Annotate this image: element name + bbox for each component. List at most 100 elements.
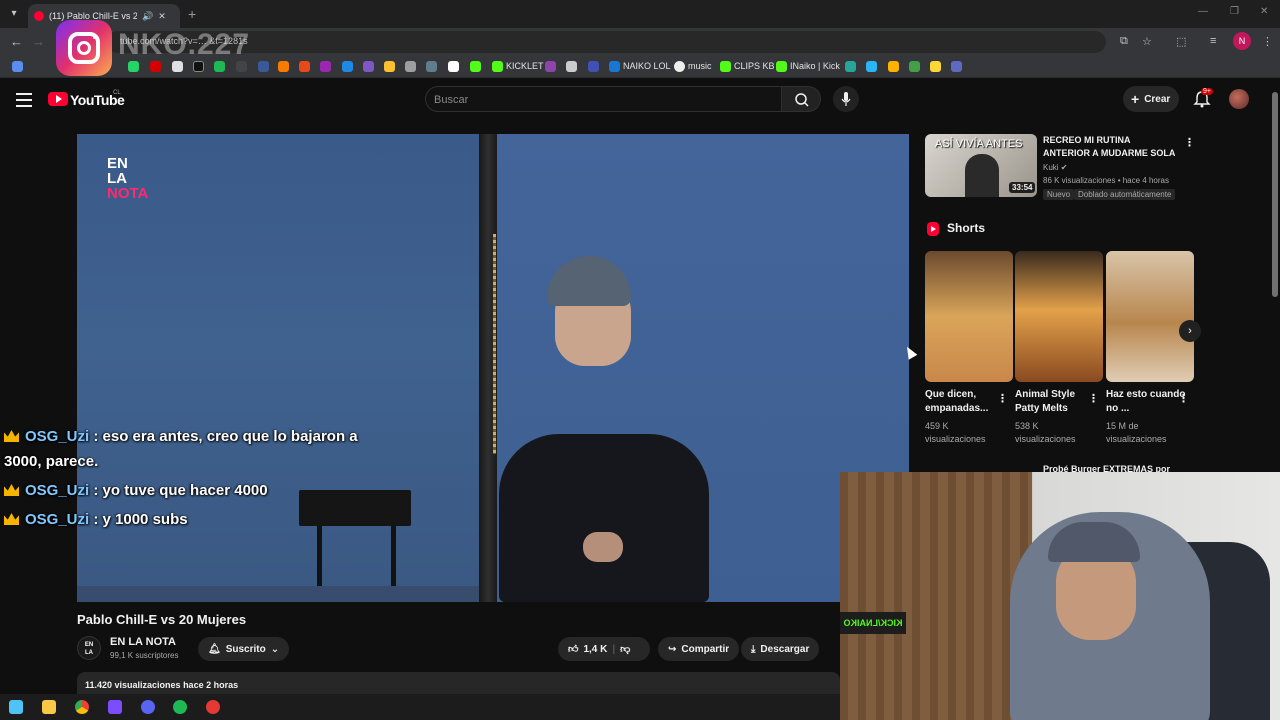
short-thumbnail[interactable] bbox=[1015, 251, 1103, 382]
spotify-icon[interactable] bbox=[173, 700, 187, 714]
bookmark-icon[interactable] bbox=[384, 61, 395, 72]
bookmark-icon[interactable] bbox=[588, 61, 599, 72]
bookmark-icon[interactable] bbox=[888, 61, 899, 72]
notification-count-badge: 9+ bbox=[1201, 88, 1213, 95]
page-scrollbar[interactable] bbox=[1272, 92, 1278, 297]
bookmark-icon[interactable] bbox=[150, 61, 161, 72]
extensions-icon[interactable]: ⬚ bbox=[1176, 35, 1186, 48]
recommended-title[interactable]: RECREO MI RUTINA ANTERIOR A MUDARME SOLA bbox=[1043, 134, 1178, 160]
bookmark-icon[interactable] bbox=[448, 61, 459, 72]
x-icon[interactable] bbox=[172, 61, 183, 72]
bookmark-icon[interactable] bbox=[320, 61, 331, 72]
search-icon bbox=[795, 93, 809, 107]
bookmark-icon[interactable] bbox=[909, 61, 920, 72]
en-la-nota-logo: EN LA NOTA bbox=[107, 156, 153, 220]
new-tab-button[interactable]: + bbox=[188, 6, 196, 22]
bookmark-icon[interactable] bbox=[470, 61, 481, 72]
create-label: Crear bbox=[1144, 93, 1171, 105]
bookmark-icon[interactable] bbox=[236, 61, 247, 72]
chrome-icon[interactable] bbox=[75, 700, 89, 714]
discord-icon[interactable] bbox=[141, 700, 155, 714]
bookmark-icon[interactable] bbox=[545, 61, 556, 72]
chevron-right-icon[interactable]: › bbox=[1179, 320, 1201, 342]
kick-icon[interactable] bbox=[776, 61, 787, 72]
naiko-lol-icon[interactable] bbox=[609, 61, 620, 72]
speaker-icon[interactable]: 🔊 bbox=[142, 11, 153, 22]
channel-avatar[interactable]: EN LA bbox=[77, 636, 101, 660]
search-box[interactable] bbox=[425, 86, 782, 112]
app-icon[interactable] bbox=[206, 700, 220, 714]
more-options-icon[interactable]: ⋮ bbox=[997, 392, 1008, 405]
cast-icon[interactable]: ⧉ bbox=[1120, 35, 1128, 48]
more-options-icon[interactable]: ⋮ bbox=[1184, 136, 1195, 149]
share-button[interactable]: ↪ Compartir bbox=[658, 637, 740, 661]
user-avatar[interactable] bbox=[1229, 89, 1249, 109]
back-icon[interactable]: ← bbox=[10, 34, 23, 49]
bookmark-icon[interactable] bbox=[866, 61, 877, 72]
spotify-icon[interactable] bbox=[214, 61, 225, 72]
bookmark-icon[interactable] bbox=[845, 61, 856, 72]
tiktok-icon[interactable] bbox=[193, 61, 204, 72]
bookmark-music[interactable]: music bbox=[688, 61, 712, 71]
bookmark-icon[interactable] bbox=[342, 61, 353, 72]
clips-kb-icon[interactable] bbox=[720, 61, 731, 72]
windows-start-icon[interactable] bbox=[9, 700, 23, 714]
verified-icon: ✔︎ bbox=[1060, 163, 1068, 172]
logo-line-1: EN bbox=[107, 155, 128, 172]
subscribed-button[interactable]: 🔔︎ Suscrito ⌄ bbox=[198, 637, 290, 661]
dislike-icon[interactable]: 👎︎ bbox=[620, 643, 630, 655]
close-tab-icon[interactable]: ✕ bbox=[158, 11, 166, 22]
kicklet-icon[interactable] bbox=[492, 61, 503, 72]
short-title[interactable]: Que dicen, empanadas... bbox=[925, 388, 1005, 416]
whatsapp-icon[interactable] bbox=[128, 61, 139, 72]
bookmark-star-icon[interactable]: ☆ bbox=[1142, 35, 1152, 48]
short-title[interactable]: Animal Style Patty Melts bbox=[1015, 388, 1095, 416]
bookmark-icon[interactable] bbox=[951, 61, 962, 72]
search-input[interactable] bbox=[434, 92, 764, 108]
voice-search-button[interactable] bbox=[833, 86, 859, 112]
bookmark-icon[interactable] bbox=[278, 61, 289, 72]
more-options-icon[interactable]: ⋮ bbox=[1178, 392, 1189, 405]
bookmark-icon[interactable] bbox=[299, 61, 310, 72]
app-icon[interactable] bbox=[108, 700, 122, 714]
music-icon[interactable] bbox=[674, 61, 685, 72]
create-button[interactable]: + Crear bbox=[1123, 86, 1179, 112]
apps-grid-icon[interactable] bbox=[12, 61, 23, 72]
bookmark-icon[interactable] bbox=[566, 61, 577, 72]
bookmark-icon[interactable] bbox=[930, 61, 941, 72]
bookmark-inaiko-kick[interactable]: INaiko | Kick bbox=[790, 61, 840, 71]
channel-label: Kuki bbox=[1043, 163, 1059, 172]
maximize-icon[interactable]: ❐ bbox=[1230, 6, 1239, 17]
video-player[interactable] bbox=[77, 134, 909, 602]
bookmark-kicklet[interactable]: KICKLET bbox=[506, 61, 544, 71]
file-explorer-icon[interactable] bbox=[42, 700, 56, 714]
like-icon[interactable]: 👍︎ bbox=[568, 643, 578, 655]
chair bbox=[299, 490, 411, 526]
bookmark-icon[interactable] bbox=[258, 61, 269, 72]
download-button[interactable]: ⤓ Descargar bbox=[741, 637, 820, 661]
minimize-icon[interactable]: — bbox=[1198, 6, 1208, 17]
search-button[interactable] bbox=[781, 86, 821, 112]
forward-icon[interactable]: → bbox=[32, 34, 45, 49]
bookmark-naiko-lol[interactable]: NAIKO LOL bbox=[623, 61, 671, 71]
short-thumbnail[interactable] bbox=[1106, 251, 1194, 382]
channel-name[interactable]: EN LA NOTA bbox=[110, 636, 176, 648]
menu-icon[interactable] bbox=[16, 93, 32, 111]
short-title[interactable]: Haz esto cuando no ... bbox=[1106, 388, 1186, 416]
tab-search-icon[interactable]: ▾ bbox=[6, 6, 22, 22]
bookmark-icon[interactable] bbox=[405, 61, 416, 72]
short-thumbnail[interactable] bbox=[925, 251, 1013, 382]
address-bar[interactable]: tube.com/watch?v=… &t=1281s bbox=[106, 31, 1106, 53]
close-window-icon[interactable]: ✕ bbox=[1260, 6, 1268, 17]
browser-menu-icon[interactable]: ⋮ bbox=[1262, 35, 1273, 48]
bookmark-clips-kb[interactable]: CLIPS KB bbox=[734, 61, 775, 71]
more-options-icon[interactable]: ⋮ bbox=[1088, 392, 1099, 405]
screen: ▾ (11) Pablo Chill-E vs 20 Mujeres 🔊 ✕ +… bbox=[0, 0, 1280, 720]
recommended-channel[interactable]: Kuki ✔︎ bbox=[1043, 163, 1068, 172]
bookmark-icon[interactable] bbox=[426, 61, 437, 72]
like-count[interactable]: 1,4 K bbox=[583, 644, 607, 655]
media-icon[interactable]: ≡ bbox=[1210, 35, 1216, 47]
bookmark-icon[interactable] bbox=[363, 61, 374, 72]
youtube-logo-icon[interactable] bbox=[48, 92, 68, 106]
browser-profile-avatar[interactable]: N bbox=[1233, 32, 1251, 50]
